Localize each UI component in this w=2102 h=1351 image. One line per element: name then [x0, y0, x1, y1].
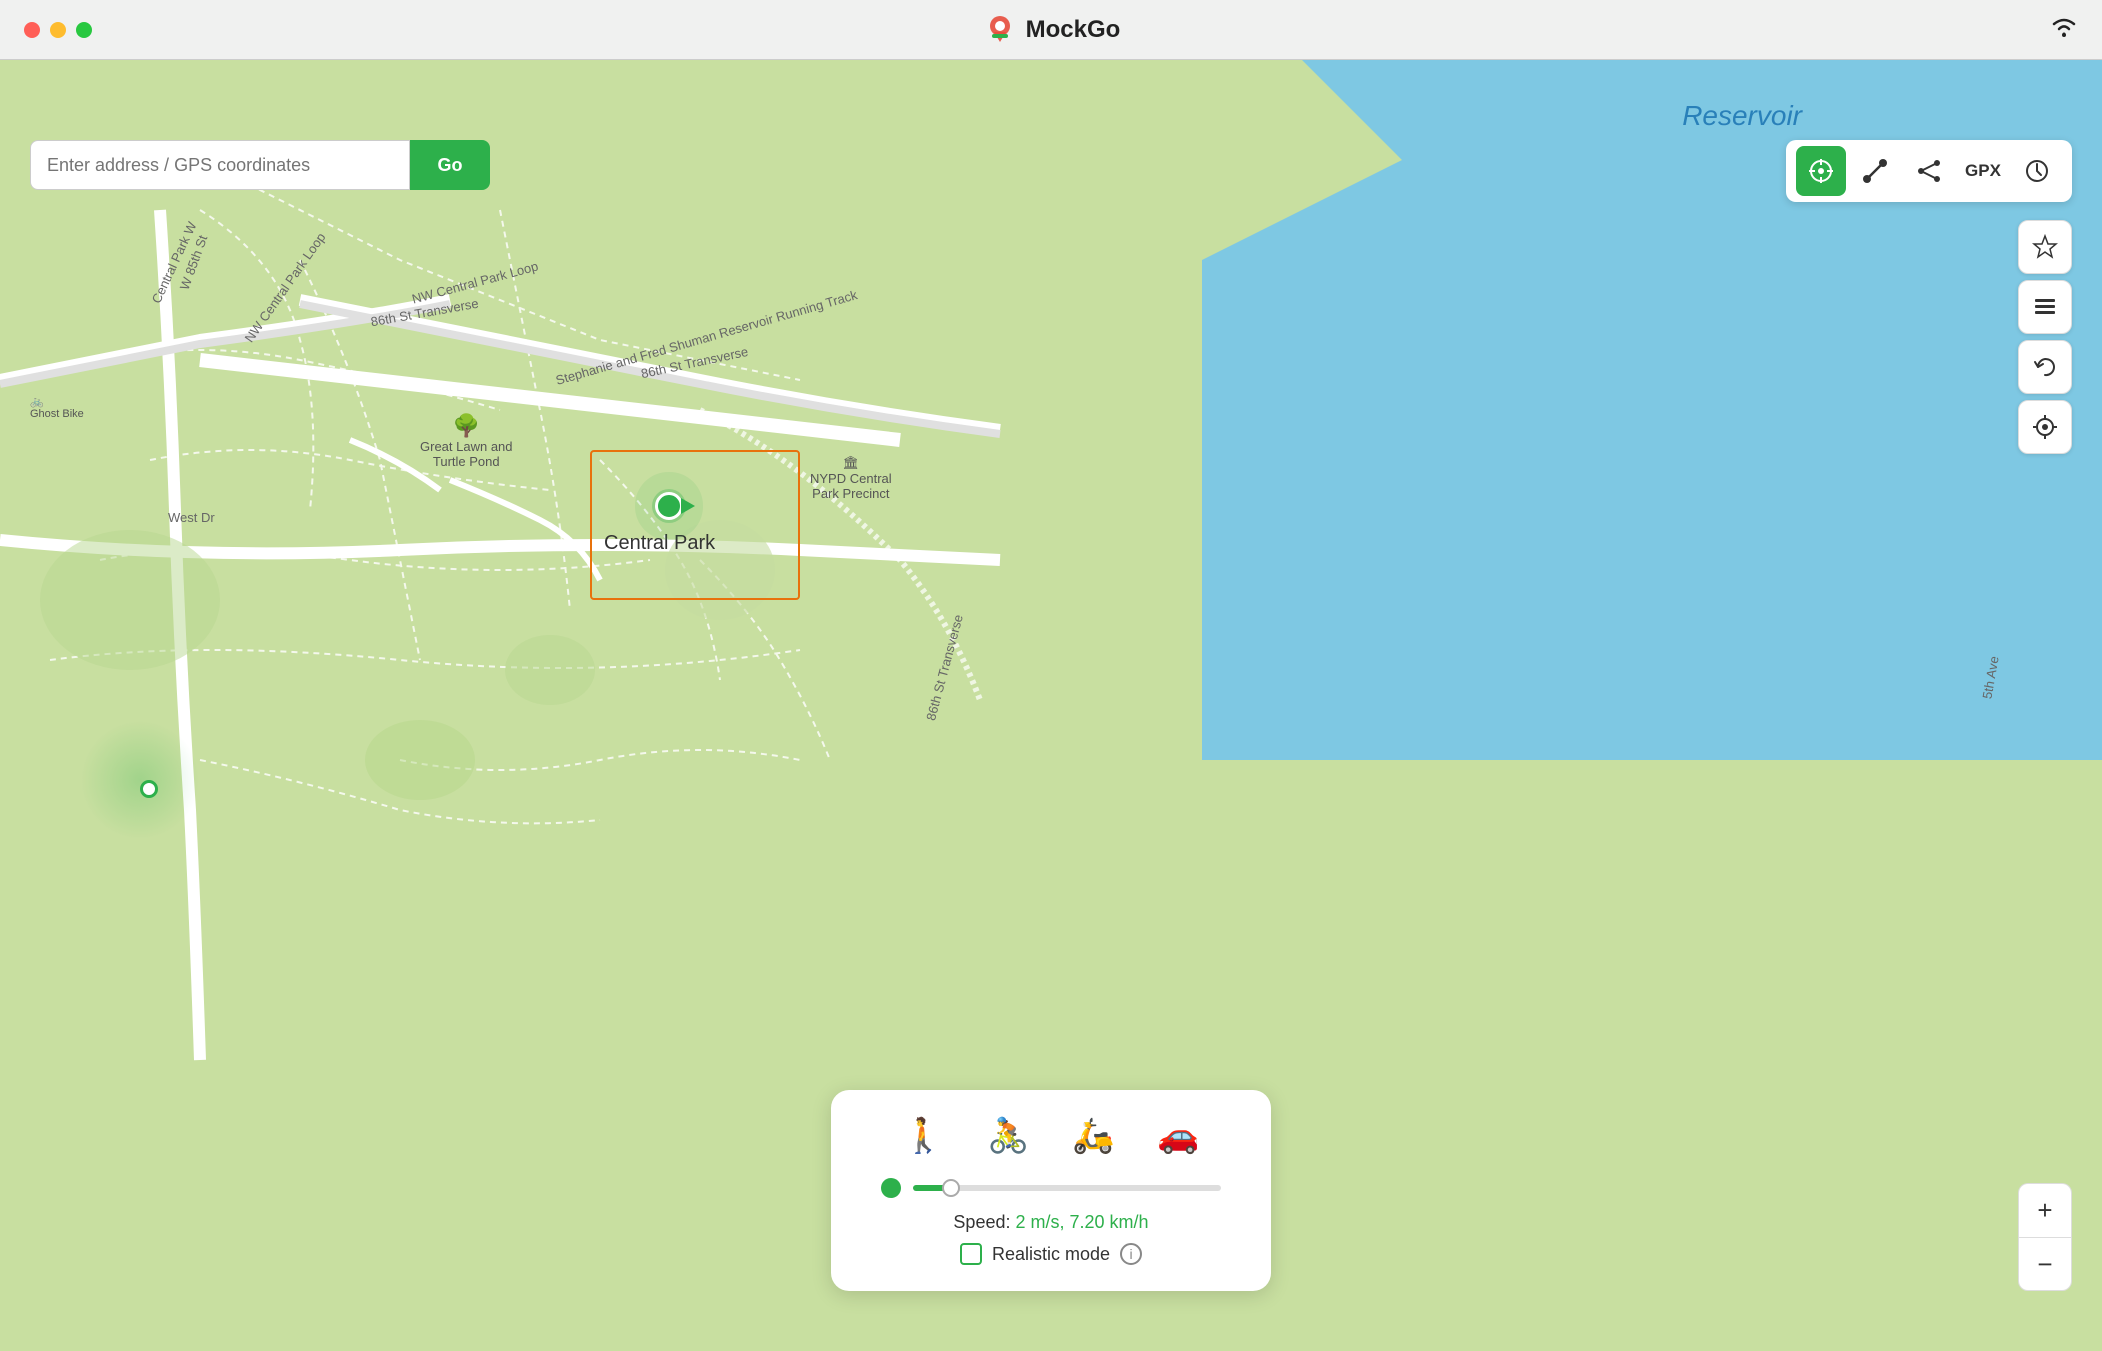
- speed-panel: 🚶 🚴 🛵 🚗 Speed: 2 m/s, 7.20 km/h Realisti…: [831, 1090, 1271, 1291]
- marker-arrow: [681, 498, 695, 514]
- app-logo: MockGo: [982, 12, 1121, 48]
- share-icon: [1915, 157, 1943, 185]
- info-icon[interactable]: i: [1120, 1243, 1142, 1265]
- maximize-button[interactable]: [76, 22, 92, 38]
- teleport-button[interactable]: [1796, 146, 1846, 196]
- transport-mode-selector: 🚶 🚴 🛵 🚗: [881, 1112, 1221, 1160]
- speed-slider-row: [881, 1178, 1221, 1198]
- layers-icon: [2032, 294, 2058, 320]
- speed-label: Speed:: [953, 1212, 1010, 1232]
- window-controls: [24, 22, 92, 38]
- moped-mode-button[interactable]: 🛵: [1060, 1112, 1126, 1160]
- top-toolbar: GPX: [1786, 140, 2072, 202]
- car-mode-button[interactable]: 🚗: [1145, 1112, 1211, 1160]
- history-button[interactable]: [2012, 146, 2062, 196]
- undo-button[interactable]: [2018, 340, 2072, 394]
- zoom-in-button[interactable]: +: [2018, 1183, 2072, 1237]
- search-bar: Go: [30, 140, 490, 190]
- street-label-west-dr: West Dr: [168, 510, 215, 525]
- right-controls: [2018, 220, 2072, 454]
- speed-display: Speed: 2 m/s, 7.20 km/h: [881, 1212, 1221, 1233]
- ghost-bike-marker: 🚲 Ghost Bike: [30, 395, 84, 420]
- app-title: MockGo: [1026, 16, 1121, 44]
- zoom-controls: + −: [2018, 1183, 2072, 1291]
- undo-icon: [2032, 354, 2058, 380]
- nypd-label: 🏛 NYPD CentralPark Precinct: [810, 455, 892, 501]
- wifi-icon: [2050, 16, 2078, 44]
- map-container[interactable]: Reservoir Central Park W W 85th St NW Ce…: [0, 60, 2102, 1351]
- logo-icon: [982, 12, 1018, 48]
- walk-mode-button[interactable]: 🚶: [890, 1112, 956, 1160]
- star-icon: [2032, 234, 2058, 260]
- central-park-label: Central Park: [604, 532, 715, 555]
- locate-icon: [2032, 414, 2058, 440]
- ghost-bike-label: Ghost Bike: [30, 408, 84, 420]
- speed-value: 2 m/s, 7.20 km/h: [1016, 1212, 1149, 1232]
- titlebar: MockGo: [0, 0, 2102, 60]
- speed-slider[interactable]: [913, 1185, 1221, 1191]
- great-lawn-marker: 🌳 Great Lawn andTurtle Pond: [420, 413, 513, 469]
- reservoir-label: Reservoir: [1682, 100, 1802, 132]
- close-button[interactable]: [24, 22, 40, 38]
- gpx-button[interactable]: GPX: [1958, 146, 2008, 196]
- realistic-mode-checkbox[interactable]: [960, 1243, 982, 1265]
- great-lawn-label: Great Lawn andTurtle Pond: [420, 439, 513, 469]
- zoom-out-button[interactable]: −: [2018, 1237, 2072, 1291]
- history-icon: [2023, 157, 2051, 185]
- share-button[interactable]: [1904, 146, 1954, 196]
- favorite-button[interactable]: [2018, 220, 2072, 274]
- minimize-button[interactable]: [50, 22, 66, 38]
- location-marker: [655, 492, 695, 520]
- realistic-mode-row: Realistic mode i: [881, 1243, 1221, 1265]
- route-button[interactable]: [1850, 146, 1900, 196]
- bike-mode-button[interactable]: 🚴: [975, 1112, 1041, 1160]
- route-icon: [1861, 157, 1889, 185]
- locate-button[interactable]: [2018, 400, 2072, 454]
- search-input[interactable]: [30, 140, 410, 190]
- go-button[interactable]: Go: [410, 140, 490, 190]
- crosshair-icon: [1807, 157, 1835, 185]
- glow-circle: [80, 720, 200, 840]
- layers-button[interactable]: [2018, 280, 2072, 334]
- slider-dot: [881, 1178, 901, 1198]
- realistic-mode-label: Realistic mode: [992, 1244, 1110, 1265]
- marker-dot: [655, 492, 683, 520]
- small-location-marker: [140, 780, 158, 798]
